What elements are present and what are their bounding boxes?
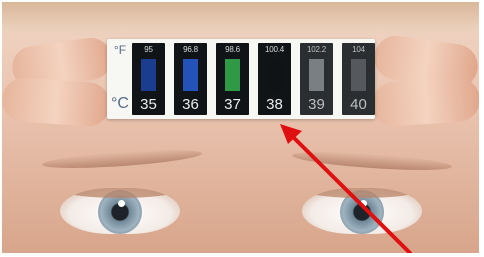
photo-frame: °F °C 95 35 96.8 36 98.6 37 100.4 38 102… [2, 2, 479, 253]
red-pointer-arrow-icon [280, 124, 412, 253]
